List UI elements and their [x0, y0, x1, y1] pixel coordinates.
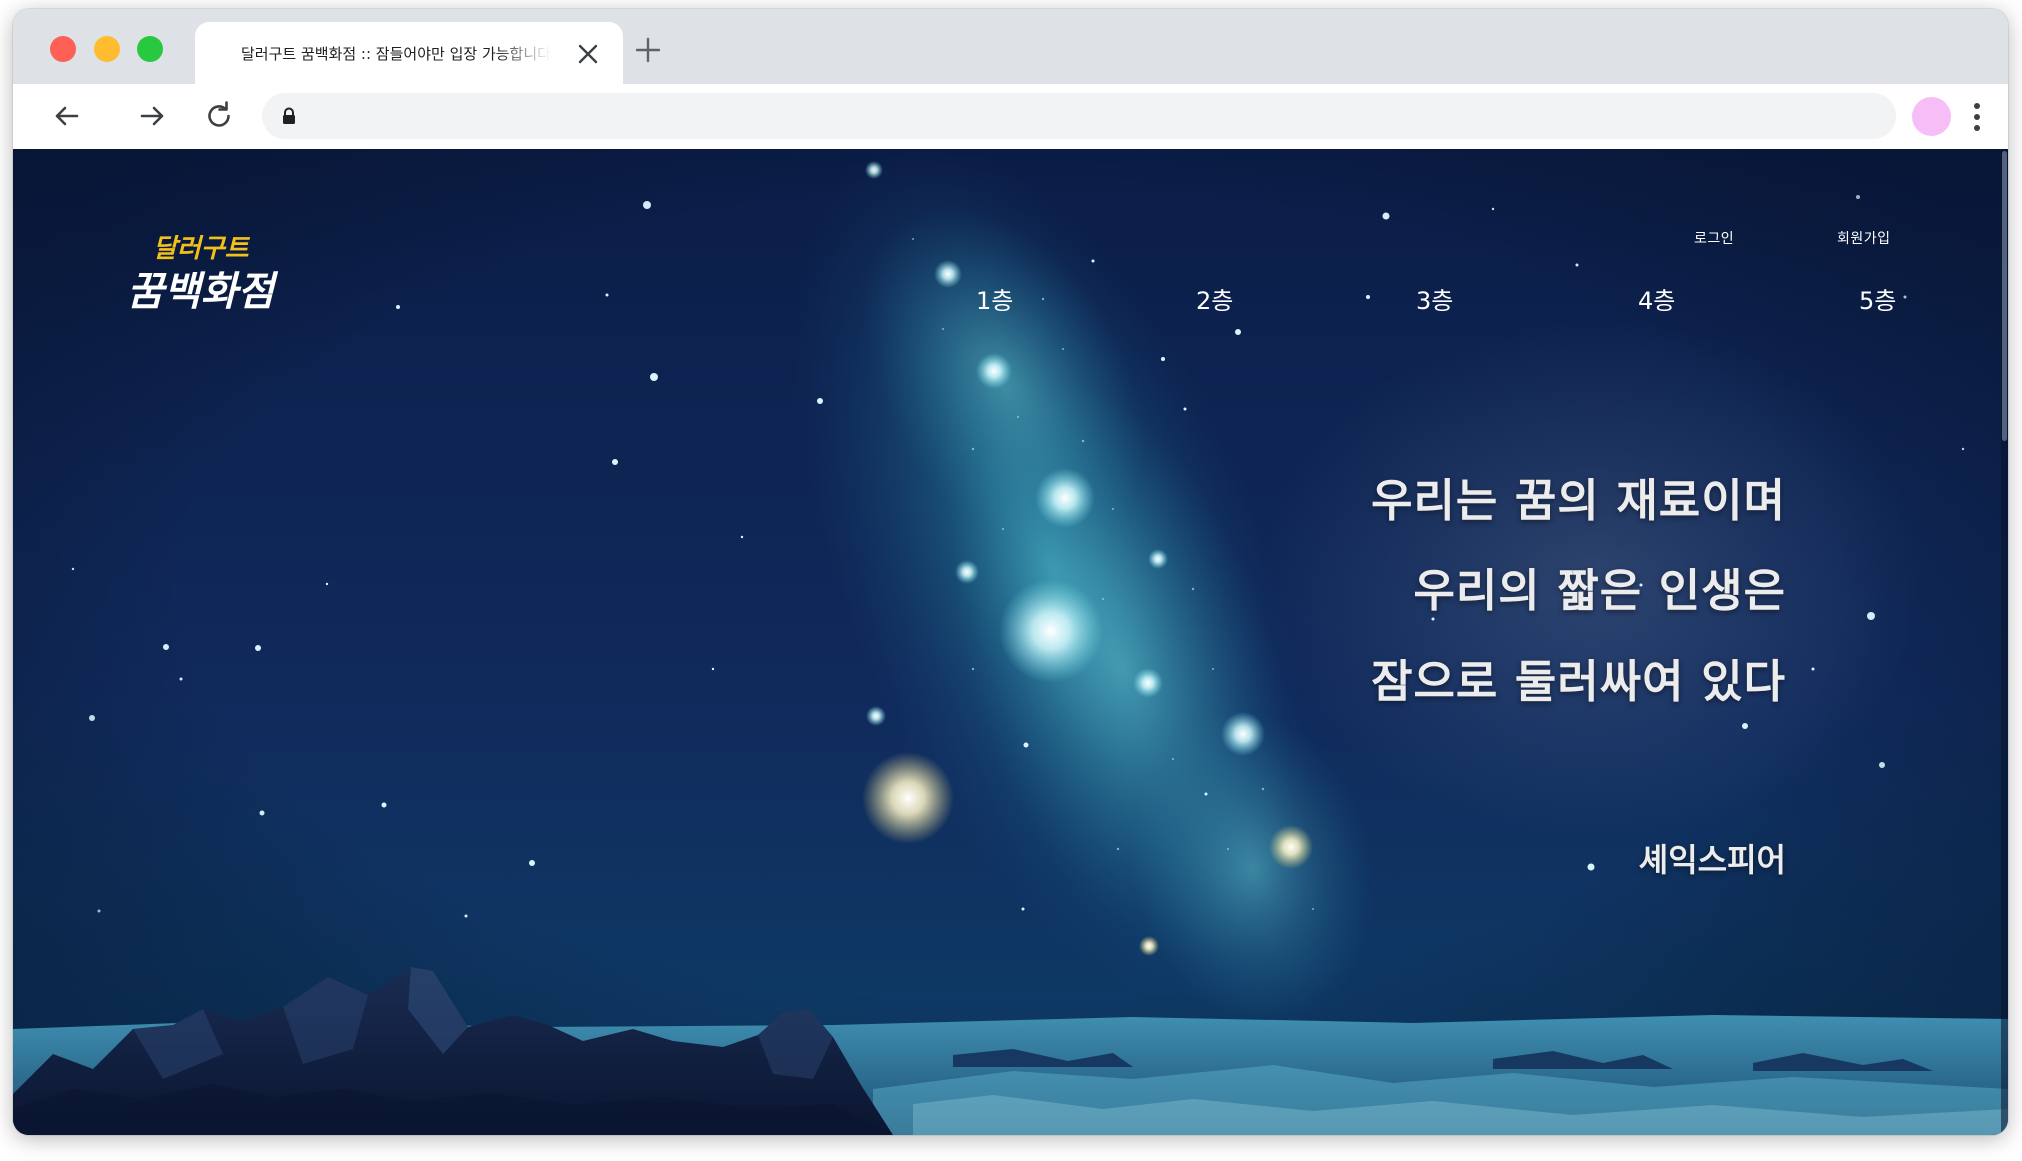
site-logo[interactable]: 달러구트 꿈백화점 [125, 225, 305, 325]
tab-close-icon[interactable] [575, 41, 601, 67]
back-arrow-icon[interactable] [48, 97, 86, 135]
page-scrollbar[interactable] [2001, 149, 2008, 1135]
tab-title: 달러구트 꿈백화점 :: 잠들어야만 입장 가능합니다 [241, 45, 551, 63]
logo-line-top: 달러구트 [153, 234, 251, 264]
floor-2-link[interactable]: 2층 [1196, 281, 1233, 316]
address-bar[interactable] [262, 93, 1896, 139]
lock-icon [283, 107, 295, 124]
floor-5-link[interactable]: 5층 [1859, 281, 1896, 316]
quote-author: 셰익스피어 [1638, 841, 1786, 879]
browser-toolbar [13, 84, 2008, 149]
profile-avatar[interactable] [1912, 97, 1951, 136]
window-maximize-button[interactable] [137, 36, 163, 62]
new-tab-icon[interactable] [632, 34, 664, 66]
quote-line-1: 우리는 꿈의 재료이며 [1371, 474, 1786, 527]
logo-line-bottom: 꿈백화점 [127, 268, 278, 315]
browser-tab[interactable]: 달러구트 꿈백화점 :: 잠들어야만 입장 가능합니다 [195, 22, 623, 84]
browser-window: 달러구트 꿈백화점 :: 잠들어야만 입장 가능합니다 달러구트 꿈백화점 로그… [13, 9, 2008, 1135]
scrollbar-thumb[interactable] [2002, 151, 2007, 441]
signup-link[interactable]: 회원가입 [1837, 228, 1891, 248]
tab-strip: 달러구트 꿈백화점 :: 잠들어야만 입장 가능합니다 [13, 9, 2008, 84]
window-minimize-button[interactable] [94, 36, 120, 62]
window-close-button[interactable] [50, 36, 76, 62]
more-menu-icon[interactable] [1965, 98, 1989, 136]
floor-1-link[interactable]: 1층 [976, 281, 1013, 316]
reload-icon[interactable] [200, 97, 238, 135]
page-viewport: 달러구트 꿈백화점 로그인 회원가입 1층 2층 3층 4층 5층 우리는 꿈의… [13, 149, 2008, 1135]
quote-line-3: 잠으로 둘러싸여 있다 [1371, 655, 1786, 708]
floor-4-link[interactable]: 4층 [1638, 281, 1675, 316]
floor-3-link[interactable]: 3층 [1416, 281, 1453, 316]
login-link[interactable]: 로그인 [1694, 228, 1734, 248]
forward-arrow-icon[interactable] [133, 97, 171, 135]
quote-line-2: 우리의 짧은 인생은 [1413, 564, 1786, 617]
